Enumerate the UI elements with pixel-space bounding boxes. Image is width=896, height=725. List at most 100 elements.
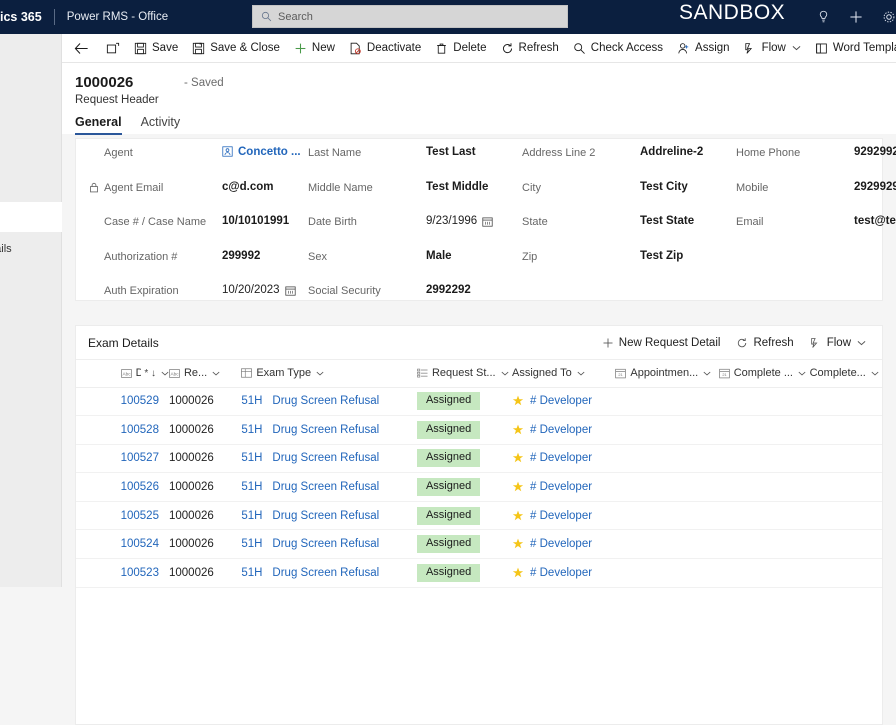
field-sex-value[interactable]: Male	[426, 250, 452, 262]
field-address-line-2-value[interactable]: Addreline-2	[640, 146, 703, 158]
sidebar-item-0[interactable]: n	[0, 107, 62, 137]
assignee-name[interactable]: # Developer	[530, 452, 592, 464]
row-checkbox[interactable]	[76, 415, 95, 445]
chevron-down-icon[interactable]	[798, 371, 806, 376]
cell-detail-id[interactable]: 100524	[94, 529, 169, 560]
cell-detail-id[interactable]: 100525	[94, 501, 169, 531]
global-search-input[interactable]: Search	[252, 5, 568, 28]
chevron-down-icon[interactable]	[871, 371, 879, 376]
lightbulb-icon[interactable]	[814, 8, 832, 26]
field-date-birth-value[interactable]: 9/23/1996	[426, 215, 493, 227]
cell-exam-type[interactable]: 51H Drug Screen Refusal	[241, 501, 417, 531]
table-row[interactable]: 100524 1000026 51H Drug Screen Refusal Assig…	[76, 529, 882, 560]
assignee-name[interactable]: # Developer	[530, 567, 592, 579]
exam-type-link[interactable]: Drug Screen Refusal	[272, 538, 379, 550]
column-header-appointment[interactable]: 21 Appointmen...	[615, 360, 719, 388]
detail-id-link[interactable]: 100525	[121, 510, 159, 522]
exam-type-link[interactable]: Drug Screen Refusal	[272, 567, 379, 579]
chevron-down-icon[interactable]	[577, 371, 585, 376]
cell-assigned-to[interactable]: # Developer	[512, 387, 616, 417]
cell-detail-id[interactable]: 100526	[94, 472, 169, 502]
cell-exam-type[interactable]: 51H Drug Screen Refusal	[241, 529, 417, 560]
exam-type-link[interactable]: Drug Screen Refusal	[272, 481, 379, 493]
calendar-icon[interactable]	[284, 285, 296, 296]
detail-id-link[interactable]: 100528	[121, 424, 159, 436]
column-header-detail-id[interactable]: Abc D * ↓	[94, 360, 169, 388]
field-authorization-number-value[interactable]: 299992	[222, 250, 260, 262]
table-row[interactable]: 100528 1000026 51H Drug Screen Refusal Assig…	[76, 415, 882, 445]
field-social-security-value[interactable]: 2992292	[426, 284, 471, 296]
cell-exam-type[interactable]: 51H Drug Screen Refusal	[241, 387, 417, 417]
exam-type-link[interactable]: Drug Screen Refusal	[272, 510, 379, 522]
assignee-name[interactable]: # Developer	[530, 424, 592, 436]
field-home-phone-value[interactable]: 92929929	[854, 146, 896, 158]
tab-activity[interactable]: Activity	[141, 115, 189, 135]
cell-exam-type[interactable]: 51H Drug Screen Refusal	[241, 444, 417, 474]
assignee-name[interactable]: # Developer	[530, 538, 592, 550]
field-agent-value[interactable]: Concetto ...	[222, 146, 301, 158]
field-last-name-value[interactable]: Test Last	[426, 146, 476, 158]
chevron-down-icon[interactable]	[703, 371, 711, 376]
column-header-exam-type[interactable]: Exam Type	[241, 360, 417, 388]
sidebar-item-details[interactable]: etails	[0, 234, 62, 264]
assign-button[interactable]: Assign	[670, 34, 737, 63]
field-auth-expiration-value[interactable]: 10/20/2023	[222, 284, 296, 296]
field-agent-email-value[interactable]: c@d.com	[222, 181, 273, 193]
table-row[interactable]: 100526 1000026 51H Drug Screen Refusal Assig…	[76, 472, 882, 502]
cell-exam-type[interactable]: 51H Drug Screen Refusal	[241, 472, 417, 502]
field-case-number-value[interactable]: 10/10101991	[222, 215, 289, 227]
grid-refresh-button[interactable]: Refresh	[728, 329, 801, 357]
detail-id-link[interactable]: 100523	[121, 567, 159, 579]
calendar-icon[interactable]	[482, 216, 493, 227]
deactivate-button[interactable]: Deactivate	[342, 34, 428, 63]
detail-id-link[interactable]: 100526	[121, 481, 159, 493]
chevron-down-icon[interactable]	[161, 371, 169, 376]
exam-type-link[interactable]: Drug Screen Refusal	[272, 452, 379, 464]
chevron-down-icon[interactable]	[316, 371, 324, 376]
table-row[interactable]: 100527 1000026 51H Drug Screen Refusal Assig…	[76, 444, 882, 474]
table-row[interactable]: 100523 1000026 51H Drug Screen Refusal Assig…	[76, 558, 882, 588]
cell-detail-id[interactable]: 100523	[94, 558, 169, 588]
save-button[interactable]: Save	[127, 34, 185, 63]
field-mobile-value[interactable]: 29299299	[854, 181, 896, 193]
table-row[interactable]: 100529 1000026 51H Drug Screen Refusal Assig…	[76, 387, 882, 417]
word-templates-button[interactable]: Word Templates	[808, 34, 896, 63]
cell-detail-id[interactable]: 100528	[94, 415, 169, 445]
exam-type-link[interactable]: Drug Screen Refusal	[272, 395, 379, 407]
sidebar-item-1-selected[interactable]	[0, 202, 62, 232]
field-email-value[interactable]: test@test.	[854, 215, 896, 227]
flow-button[interactable]: Flow	[737, 34, 808, 63]
cell-assigned-to[interactable]: # Developer	[512, 472, 616, 502]
cell-assigned-to[interactable]: # Developer	[512, 558, 616, 588]
cell-detail-id[interactable]: 100527	[94, 444, 169, 474]
column-header-request-status[interactable]: Request St...	[416, 360, 513, 388]
detail-id-link[interactable]: 100529	[121, 395, 159, 407]
cell-assigned-to[interactable]: # Developer	[512, 415, 616, 445]
assignee-name[interactable]: # Developer	[530, 510, 592, 522]
open-in-new-window-button[interactable]	[99, 34, 127, 63]
column-header-request[interactable]: Abc Re...	[168, 360, 242, 388]
row-checkbox[interactable]	[76, 529, 95, 560]
grid-flow-button[interactable]: Flow	[802, 329, 874, 357]
exam-type-link[interactable]: Drug Screen Refusal	[272, 424, 379, 436]
dynamics-brand-label[interactable]: ics 365	[0, 10, 42, 24]
chevron-down-icon[interactable]	[501, 371, 509, 376]
cell-exam-type[interactable]: 51H Drug Screen Refusal	[241, 415, 417, 445]
column-select-all[interactable]	[76, 360, 95, 388]
column-header-complete-2[interactable]: Complete...	[809, 360, 882, 388]
assignee-name[interactable]: # Developer	[530, 395, 592, 407]
field-zip-value[interactable]: Test Zip	[640, 250, 683, 262]
row-checkbox[interactable]	[76, 472, 95, 502]
field-city-value[interactable]: Test City	[640, 181, 688, 193]
app-name-label[interactable]: Power RMS - Office	[67, 11, 168, 23]
back-button[interactable]	[62, 34, 99, 63]
save-and-close-button[interactable]: Save & Close	[185, 34, 287, 63]
cell-assigned-to[interactable]: # Developer	[512, 501, 616, 531]
assignee-name[interactable]: # Developer	[530, 481, 592, 493]
tab-general[interactable]: General	[75, 115, 130, 135]
row-checkbox[interactable]	[76, 444, 95, 474]
plus-icon[interactable]	[847, 8, 865, 26]
row-checkbox[interactable]	[76, 387, 95, 417]
field-state-value[interactable]: Test State	[640, 215, 694, 227]
column-header-assigned-to[interactable]: Assigned To	[512, 360, 616, 388]
